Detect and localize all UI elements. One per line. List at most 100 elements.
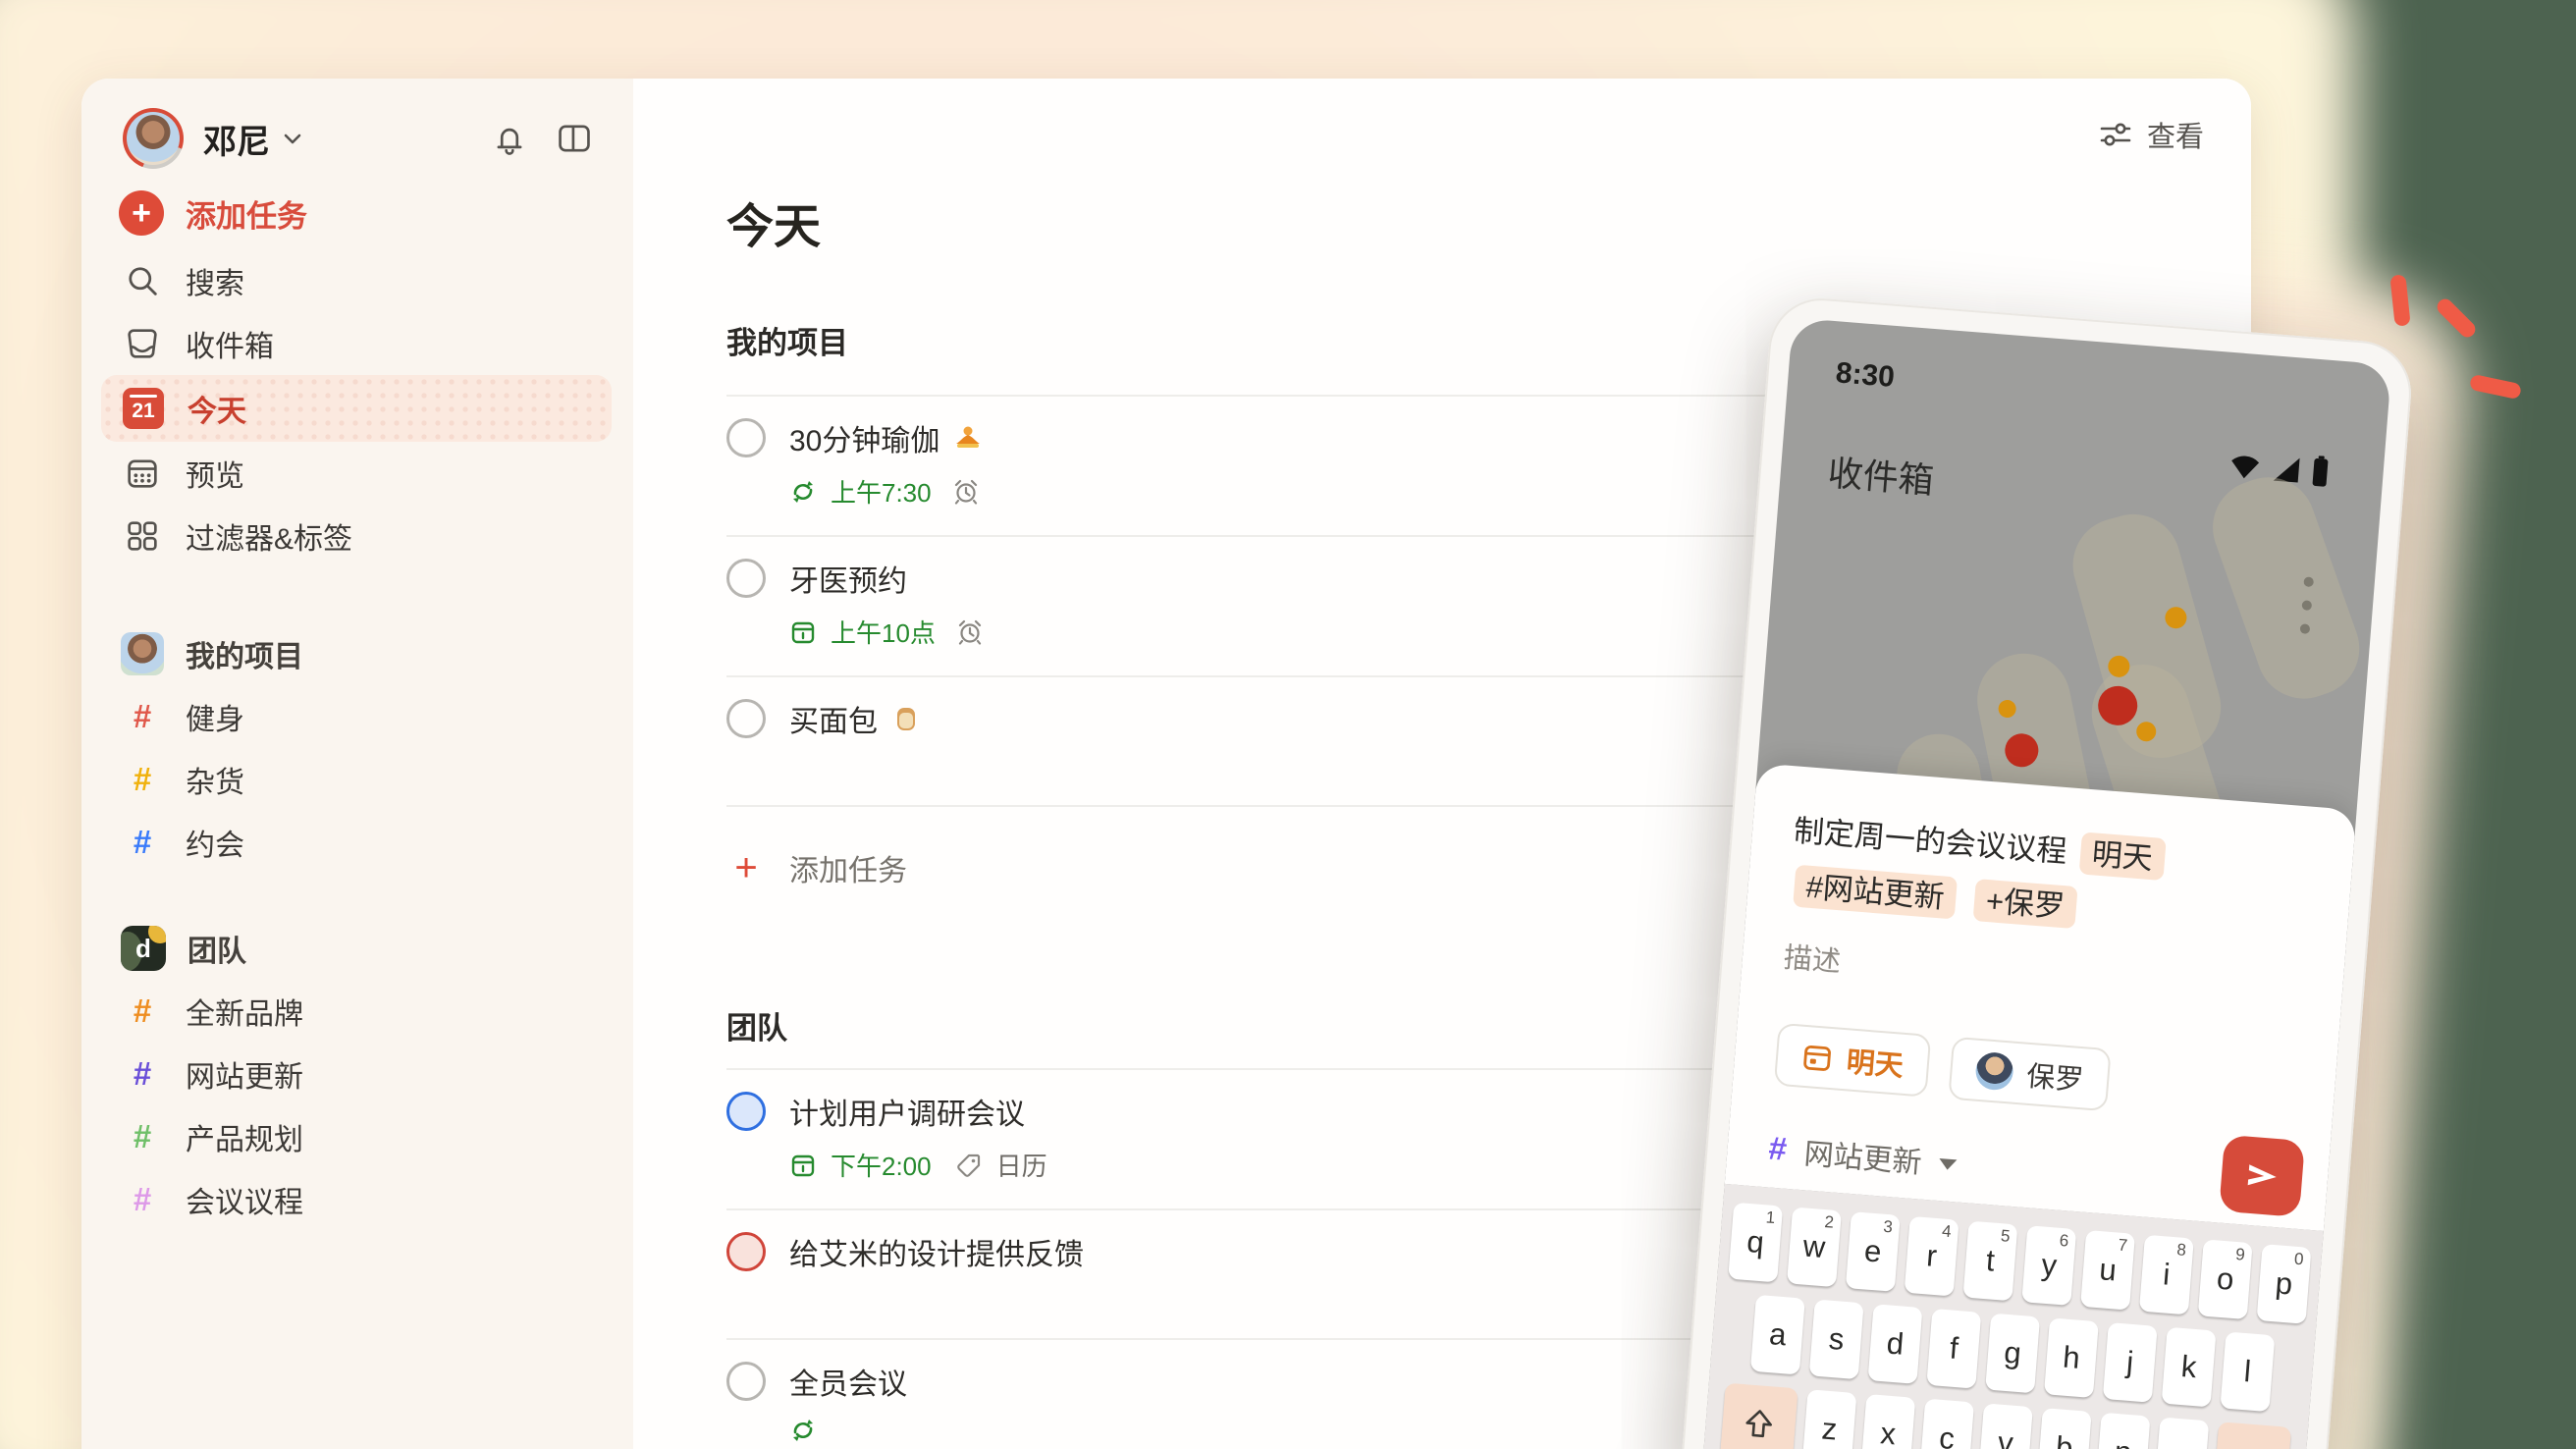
calendar-icon	[1803, 1046, 1831, 1071]
backspace-key[interactable]	[2213, 1422, 2292, 1449]
key-m[interactable]: m	[2154, 1417, 2210, 1449]
key-i[interactable]: 8i	[2138, 1234, 2194, 1315]
project-label: 约会	[186, 830, 244, 862]
task-checkbox[interactable]	[726, 559, 766, 598]
sidebar-project-meeting-agenda[interactable]: # 会议议程	[81, 1168, 633, 1231]
sidebar-project-product-planning[interactable]: # 产品规划	[81, 1105, 633, 1168]
sidebar-project-appointments[interactable]: # 约会	[81, 811, 633, 874]
my-projects-section-header[interactable]: 我的项目	[81, 622, 633, 685]
key-l[interactable]: l	[2220, 1331, 2276, 1413]
bell-icon[interactable]	[490, 119, 529, 158]
key-p[interactable]: 0p	[2256, 1244, 2312, 1324]
user-name[interactable]: 邓尼	[203, 115, 270, 163]
view-options-button[interactable]: 查看	[2098, 114, 2204, 155]
phone-screen: 8:30 收件箱 制定周一的会议议程 明天 #网站更新 +保罗 描述 明天 保罗…	[1693, 317, 2392, 1449]
project-label: 网站更新	[186, 1061, 303, 1094]
sidebar-item-today[interactable]: 21 今天	[101, 375, 612, 442]
sidebar-item-label: 收件箱	[186, 331, 274, 363]
sidebar-item-upcoming[interactable]: 预览	[81, 442, 633, 505]
todoist-marketing-scene: 邓尼 + 添加任务 搜索 收件箱 21 今天 预览 过滤器&标签 我的项目 # …	[0, 0, 2576, 1449]
quick-add-input[interactable]: 制定周一的会议议程 明天 #网站更新 +保罗	[1788, 803, 2313, 953]
status-bar-time: 8:30	[1834, 356, 1897, 394]
sidebar-toggle-icon[interactable]	[555, 119, 594, 158]
today-calendar-icon: 21	[123, 388, 164, 429]
key-z[interactable]: z	[1801, 1389, 1857, 1449]
sidebar-item-label: 预览	[186, 460, 244, 493]
task-checkbox-priority-red[interactable]	[726, 1232, 766, 1271]
sidebar-item-filters-labels[interactable]: 过滤器&标签	[81, 505, 633, 567]
task-checkbox[interactable]	[726, 1362, 766, 1401]
assignee-token[interactable]: +保罗	[1972, 879, 2078, 930]
project-name: 网站更新	[1802, 1138, 1923, 1180]
tag-icon	[955, 1152, 983, 1179]
team-logo-icon: d	[121, 926, 166, 971]
key-q[interactable]: 1q	[1728, 1202, 1784, 1283]
sidebar-project-new-brand[interactable]: # 全新品牌	[81, 980, 633, 1043]
task-title[interactable]: 买面包	[789, 697, 921, 740]
task-title[interactable]: 全员会议	[789, 1360, 907, 1403]
assignee-chip[interactable]: 保罗	[1948, 1036, 2112, 1112]
sidebar-item-search[interactable]: 搜索	[81, 249, 633, 312]
date-token[interactable]: 明天	[2078, 832, 2167, 881]
key-n[interactable]: n	[2095, 1412, 2151, 1449]
backspace-icon	[2232, 1445, 2273, 1449]
inbox-icon	[123, 324, 162, 363]
shift-icon	[1745, 1410, 1772, 1438]
sidebar-project-groceries[interactable]: # 杂货	[81, 748, 633, 811]
assignee-avatar	[1974, 1050, 2015, 1092]
project-token[interactable]: #网站更新	[1793, 864, 1959, 920]
key-h[interactable]: h	[2043, 1317, 2099, 1399]
task-checkbox[interactable]	[726, 418, 766, 457]
sidebar-item-inbox[interactable]: 收件箱	[81, 312, 633, 375]
accent-dash	[2468, 373, 2523, 401]
task-title[interactable]: 牙医预约	[789, 557, 907, 600]
task-time: 下午2:00	[831, 1152, 932, 1181]
key-y[interactable]: 6y	[2021, 1225, 2077, 1306]
key-o[interactable]: 9o	[2197, 1239, 2253, 1320]
due-date-chip[interactable]: 明天	[1773, 1022, 1932, 1098]
task-title[interactable]: 30分钟瑜伽	[789, 416, 983, 459]
sidebar: 邓尼 + 添加任务 搜索 收件箱 21 今天 预览 过滤器&标签 我的项目 # …	[81, 79, 633, 1449]
avatar-photo	[127, 112, 180, 165]
phone-screen-title: 收件箱	[1826, 453, 1936, 502]
key-r[interactable]: 4r	[1904, 1215, 1959, 1297]
key-t[interactable]: 5t	[1962, 1220, 2018, 1302]
task-checkbox-priority-blue[interactable]	[726, 1092, 766, 1131]
add-task-button[interactable]: + 添加任务	[81, 184, 633, 242]
team-section-header[interactable]: d 团队	[81, 917, 633, 980]
key-k[interactable]: k	[2161, 1326, 2217, 1408]
sidebar-project-fitness[interactable]: # 健身	[81, 685, 633, 748]
task-time: 上午10点	[831, 618, 936, 648]
key-b[interactable]: b	[2036, 1408, 2092, 1449]
chevron-down-icon[interactable]	[280, 126, 305, 151]
key-e[interactable]: 3e	[1845, 1211, 1901, 1292]
calendar-date-icon	[789, 618, 817, 646]
shift-key[interactable]	[1719, 1382, 1798, 1449]
key-g[interactable]: g	[1985, 1313, 2041, 1394]
sidebar-project-website-update[interactable]: # 网站更新	[81, 1043, 633, 1105]
send-icon	[2247, 1164, 2277, 1186]
key-a[interactable]: a	[1749, 1294, 1805, 1375]
key-d[interactable]: d	[1867, 1304, 1923, 1384]
recurring-icon	[789, 478, 817, 506]
key-s[interactable]: s	[1808, 1299, 1864, 1380]
key-c[interactable]: c	[1919, 1398, 1975, 1449]
search-icon	[123, 261, 162, 300]
task-title[interactable]: 计划用户调研会议	[789, 1090, 1025, 1133]
key-w[interactable]: 2w	[1787, 1207, 1842, 1288]
key-x[interactable]: x	[1860, 1393, 1916, 1449]
task-title[interactable]: 给艾米的设计提供反馈	[789, 1230, 1084, 1273]
key-j[interactable]: j	[2102, 1322, 2158, 1403]
key-v[interactable]: v	[1977, 1403, 2033, 1449]
view-sliders-icon	[2098, 117, 2133, 152]
hash-icon: #	[133, 1118, 152, 1154]
send-button[interactable]	[2219, 1134, 2306, 1217]
user-avatar[interactable]	[123, 108, 184, 169]
task-checkbox[interactable]	[726, 699, 766, 738]
project-owner-avatar	[121, 632, 164, 675]
key-f[interactable]: f	[1926, 1308, 1982, 1389]
hash-icon: #	[133, 1055, 152, 1092]
key-u[interactable]: 7u	[2080, 1229, 2136, 1311]
task-tag-label[interactable]: 日历	[996, 1147, 1047, 1183]
project-label: 杂货	[186, 767, 244, 799]
